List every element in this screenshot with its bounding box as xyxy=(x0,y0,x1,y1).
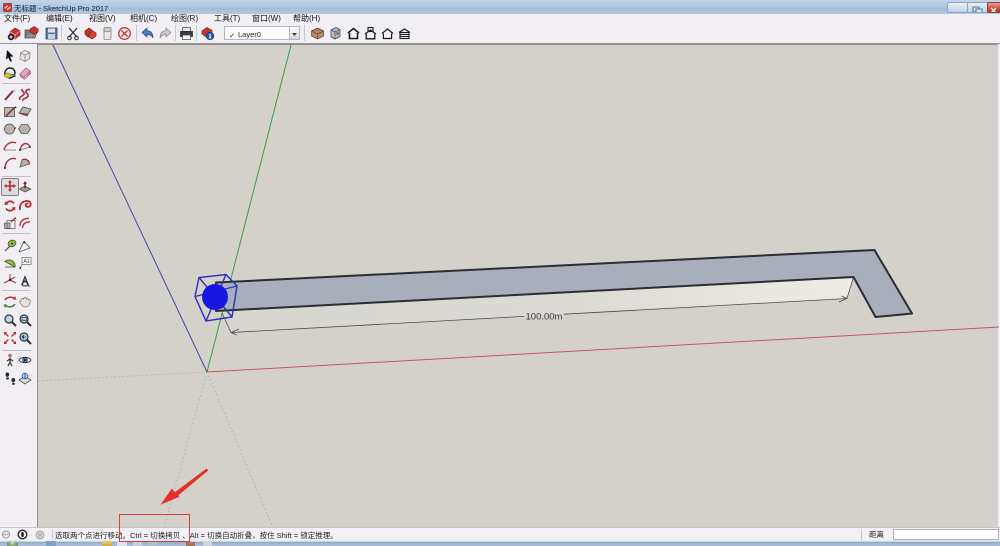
svg-text:A1: A1 xyxy=(23,259,30,265)
svg-text:100.00m: 100.00m xyxy=(526,312,563,323)
